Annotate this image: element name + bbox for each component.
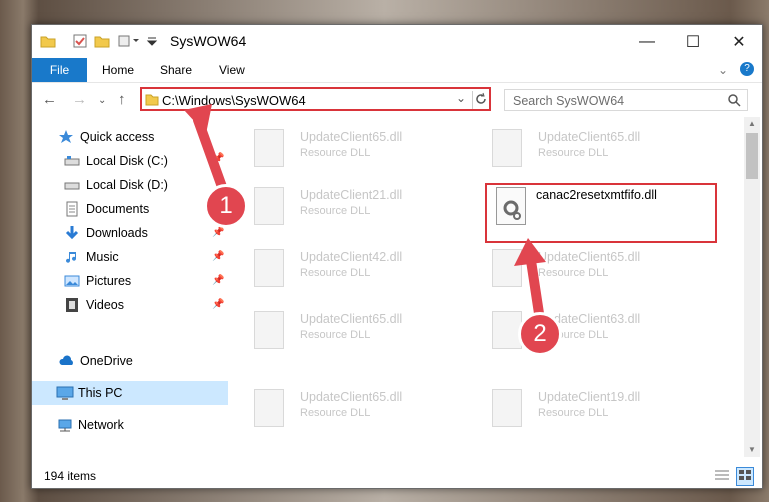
step-2-badge: 2 <box>518 312 562 356</box>
step-1-badge: 1 <box>204 184 248 228</box>
annotation-arrows <box>184 104 546 325</box>
